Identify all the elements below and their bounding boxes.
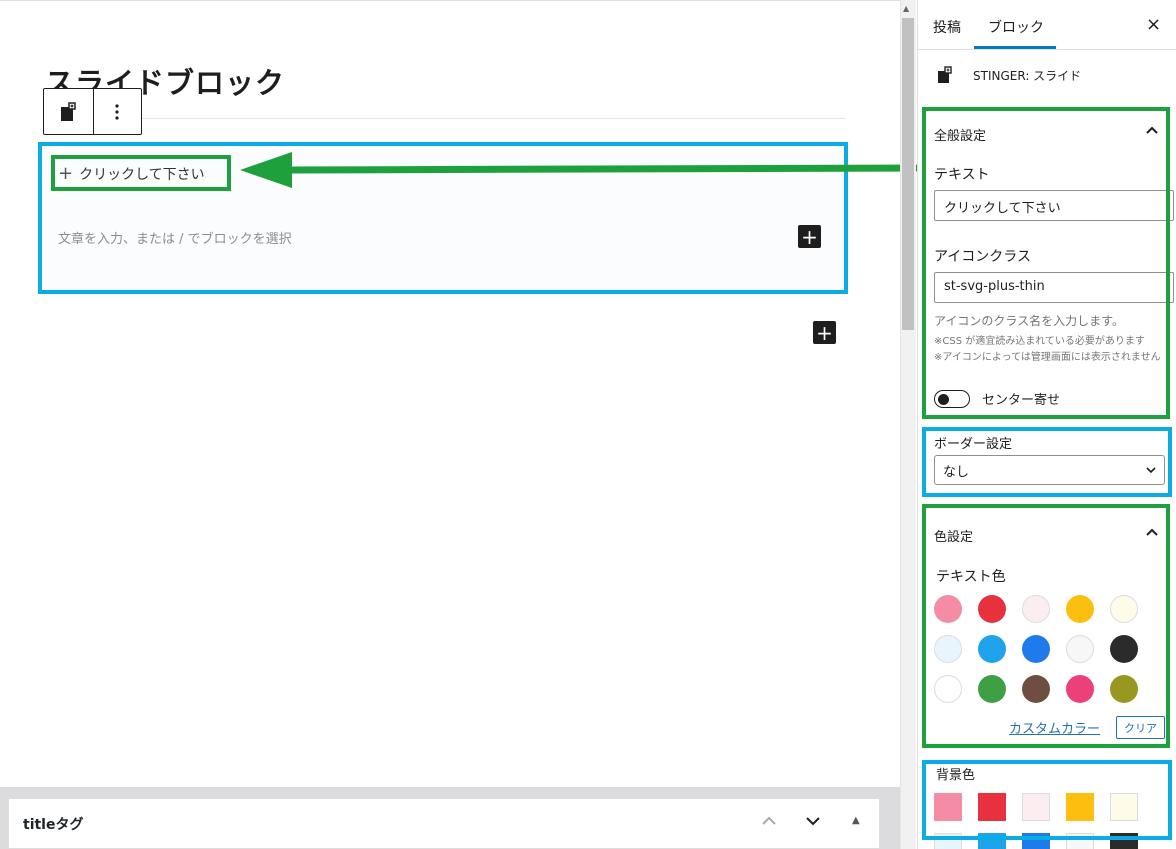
- general-settings-title[interactable]: 全般設定: [934, 125, 986, 144]
- color-swatch[interactable]: [1110, 635, 1138, 663]
- tab-post[interactable]: 投稿: [933, 17, 961, 37]
- block-toolbar: [43, 88, 142, 135]
- paragraph-placeholder[interactable]: 文章を入力、または / でブロックを選択: [58, 228, 292, 247]
- more-options-button[interactable]: [92, 89, 142, 134]
- bg-color-swatch[interactable]: [1066, 833, 1094, 849]
- toggle-knob: [938, 394, 949, 405]
- custom-color-link[interactable]: カスタムカラー: [1009, 718, 1100, 737]
- toggle-panel-icon[interactable]: ▲: [852, 815, 860, 826]
- block-inserter-button[interactable]: +: [813, 321, 836, 344]
- plus-icon: +: [816, 320, 833, 345]
- plus-icon: +: [801, 224, 818, 249]
- clear-color-button[interactable]: クリア: [1116, 716, 1165, 739]
- tab-block[interactable]: ブロック: [988, 17, 1044, 37]
- scroll-up-arrow-icon[interactable]: ▲: [903, 4, 909, 13]
- bg-color-swatch[interactable]: [1022, 833, 1050, 849]
- scroll-thumb[interactable]: [902, 18, 914, 330]
- color-swatch[interactable]: [934, 595, 962, 623]
- bg-color-swatch[interactable]: [1110, 793, 1138, 821]
- icon-class-label: アイコンクラス: [934, 249, 1032, 265]
- text-field[interactable]: クリックして下さい: [934, 190, 1174, 221]
- icon-class-field[interactable]: st-svg-plus-thin: [934, 272, 1174, 303]
- more-vertical-icon: [115, 103, 119, 120]
- bg-color-swatch[interactable]: [934, 833, 962, 849]
- color-swatch[interactable]: [1110, 675, 1138, 703]
- icon-class-help: アイコンのクラス名を入力します。: [934, 314, 1124, 328]
- slide-block-icon: [61, 101, 76, 121]
- slide-block-icon: [938, 66, 952, 83]
- block-type-button[interactable]: [44, 89, 93, 134]
- text-color-label: テキスト色: [936, 569, 1006, 585]
- chevron-up-icon[interactable]: [1146, 526, 1158, 540]
- bg-color-swatch[interactable]: [1110, 833, 1138, 849]
- icon-class-note-1: ※CSS が適宜読み込まれている必要があります: [934, 336, 1145, 347]
- color-swatch[interactable]: [978, 635, 1006, 663]
- color-swatch[interactable]: [1022, 595, 1050, 623]
- bg-color-swatch[interactable]: [978, 833, 1006, 849]
- color-swatch[interactable]: [1022, 635, 1050, 663]
- color-swatch[interactable]: [1110, 595, 1138, 623]
- color-swatch[interactable]: [934, 675, 962, 703]
- color-swatch[interactable]: [1066, 595, 1094, 623]
- color-swatch[interactable]: [978, 595, 1006, 623]
- block-card-title: STINGER: スライド: [973, 68, 1082, 83]
- center-align-label: センター寄せ: [982, 393, 1061, 408]
- slide-trigger-label: クリックして下さい: [79, 167, 205, 183]
- border-settings-title: ボーダー設定: [934, 437, 1013, 452]
- active-tab-indicator: [974, 46, 1056, 49]
- bg-color-label: 背景色: [936, 768, 976, 783]
- text-field-label: テキスト: [934, 167, 990, 183]
- move-down-icon[interactable]: [805, 812, 821, 831]
- title-divider: [45, 118, 845, 119]
- border-select[interactable]: なし: [934, 455, 1165, 485]
- bg-color-swatch[interactable]: [1022, 793, 1050, 821]
- color-swatch[interactable]: [978, 675, 1006, 703]
- move-up-icon[interactable]: [761, 812, 777, 831]
- block-card: STINGER: スライド: [937, 66, 1081, 84]
- chevron-down-icon: [1146, 466, 1156, 473]
- color-swatch[interactable]: [934, 635, 962, 663]
- metabox-title[interactable]: titleタグ: [23, 814, 83, 834]
- border-select-value: なし: [943, 464, 970, 480]
- color-swatch[interactable]: [1066, 675, 1094, 703]
- bg-color-swatch[interactable]: [1066, 793, 1094, 821]
- color-swatch[interactable]: [1066, 635, 1094, 663]
- bg-color-swatch[interactable]: [978, 793, 1006, 821]
- icon-class-note-2: ※アイコンによっては管理画面には表示されません: [934, 352, 1161, 363]
- color-swatch[interactable]: [1022, 675, 1050, 703]
- bg-color-swatch[interactable]: [934, 793, 962, 821]
- plus-thin-icon: +: [58, 163, 74, 184]
- metabox-panel: [8, 798, 880, 849]
- chevron-up-icon[interactable]: [1146, 124, 1158, 138]
- inner-block-inserter-button[interactable]: +: [798, 225, 821, 248]
- slide-trigger[interactable]: + クリックして下さい: [58, 164, 205, 184]
- color-settings-title[interactable]: 色設定: [934, 526, 973, 545]
- close-icon[interactable]: ×: [1146, 14, 1161, 35]
